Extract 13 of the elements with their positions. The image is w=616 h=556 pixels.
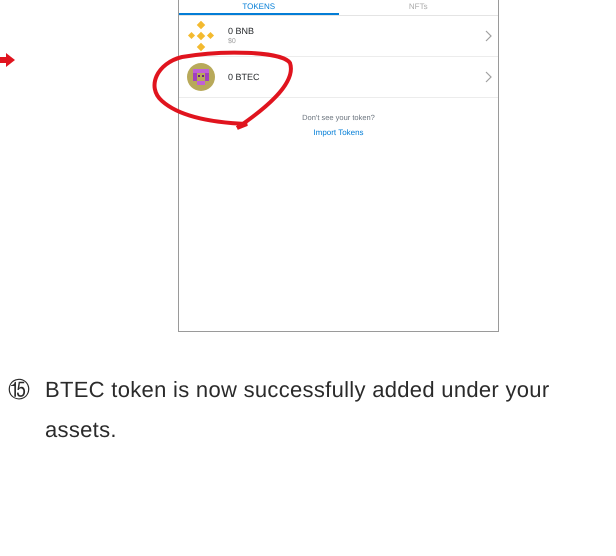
token-amount: 0 BNB (228, 26, 256, 37)
pixel-avatar-icon (187, 63, 215, 91)
arrow-icon (0, 52, 16, 68)
chevron-right-icon (485, 71, 492, 83)
import-tokens-link[interactable]: Import Tokens (313, 127, 364, 140)
caption-text: BTEC token is now successfully added under your assets. (45, 376, 550, 444)
diamond-logo-icon (186, 21, 216, 51)
step-number: ⑮ (8, 376, 32, 404)
tab[interactable]: NFTs (338, 0, 498, 15)
tab[interactable]: TOKENS (179, 0, 338, 15)
chevron-right-icon (485, 30, 492, 42)
token-amount: 0 BTEC (228, 72, 261, 82)
token-row[interactable]: 0 BTEC (179, 57, 498, 98)
